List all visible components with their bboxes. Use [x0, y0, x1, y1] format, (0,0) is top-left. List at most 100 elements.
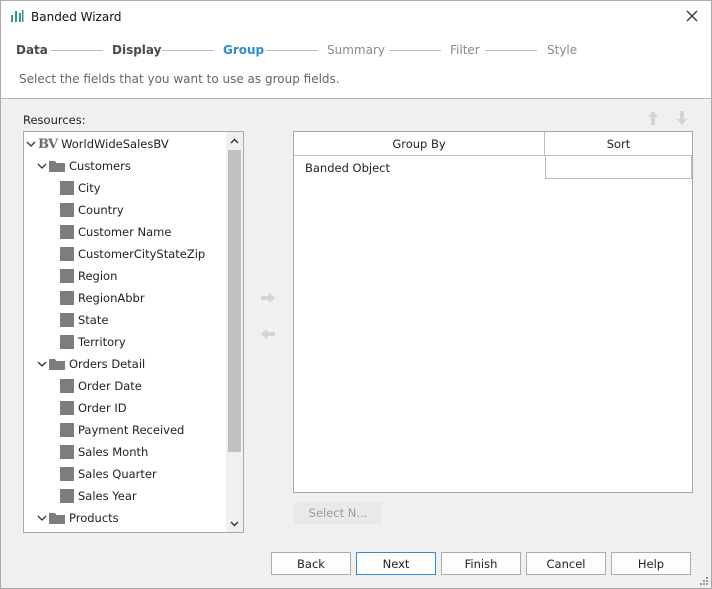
tree-field-label: Region — [78, 269, 118, 283]
chevron-down-icon[interactable] — [37, 513, 47, 523]
tree-field[interactable]: Order ID — [60, 397, 127, 419]
tree-field[interactable]: Territory — [60, 331, 126, 353]
business-view-icon: BV — [38, 136, 58, 152]
step-group[interactable]: Group — [223, 43, 264, 57]
step-connector — [266, 50, 318, 51]
tree-field-label: Sales Month — [78, 445, 149, 459]
field-icon — [60, 313, 74, 327]
tree-field-label: Order ID — [78, 401, 127, 415]
step-style[interactable]: Style — [547, 43, 577, 57]
tree-field-label: Payment Received — [78, 423, 185, 437]
tree-field[interactable]: Country — [60, 199, 124, 221]
folder-icon — [49, 359, 65, 370]
field-icon — [60, 291, 74, 305]
column-header-sort[interactable]: Sort — [545, 132, 692, 156]
tree-folder-label: Customers — [69, 159, 131, 173]
field-icon — [60, 379, 74, 393]
tree-field[interactable]: RegionAbbr — [60, 287, 145, 309]
step-connector — [485, 50, 537, 51]
tree-field-label: RegionAbbr — [78, 291, 145, 305]
banded-wizard-dialog: Banded Wizard Data Display Group Summary… — [0, 0, 712, 589]
tree-field-label: CustomerCityStateZip — [78, 247, 206, 261]
title-bar: Banded Wizard — [1, 1, 711, 31]
tree-folder-orders-detail[interactable]: Orders Detail — [37, 353, 145, 375]
step-summary[interactable]: Summary — [327, 43, 385, 57]
arrow-down-icon — [677, 111, 687, 125]
arrow-up-icon — [648, 111, 658, 125]
scroll-up-button[interactable] — [226, 132, 243, 149]
tree-field-label: Country — [78, 203, 124, 217]
tree-field-partial[interactable] — [60, 529, 78, 532]
folder-icon — [49, 161, 65, 172]
tree-field-label: Sales Quarter — [78, 467, 157, 481]
tree-field[interactable]: Customer Name — [60, 221, 171, 243]
scrollbar-thumb[interactable] — [228, 150, 241, 452]
tree-root-label: WorldWideSalesBV — [61, 137, 169, 151]
tree-field[interactable]: City — [60, 177, 101, 199]
table-row-group-by[interactable]: Banded Object — [305, 157, 545, 179]
remove-field-button[interactable] — [258, 324, 278, 344]
tree-folder-label: Products — [69, 511, 119, 525]
resize-grip-icon[interactable] — [699, 576, 709, 586]
step-display[interactable]: Display — [112, 43, 161, 57]
back-button[interactable]: Back — [271, 552, 351, 575]
move-up-button[interactable] — [643, 108, 663, 128]
step-connector — [51, 50, 103, 51]
step-connector — [389, 50, 441, 51]
tree-field[interactable]: Sales Month — [60, 441, 148, 463]
step-connector — [162, 50, 214, 51]
tree-field[interactable]: Order Date — [60, 375, 142, 397]
move-down-button[interactable] — [672, 108, 692, 128]
field-icon — [60, 335, 74, 349]
tree-field-label: State — [78, 313, 109, 327]
tree-scrollbar[interactable] — [226, 132, 243, 532]
help-button[interactable]: Help — [611, 552, 691, 575]
arrow-left-icon — [261, 329, 275, 339]
field-icon — [60, 423, 74, 437]
chevron-down-icon[interactable] — [26, 139, 36, 149]
tree-folder-label: Orders Detail — [69, 357, 146, 371]
chevron-down-icon[interactable] — [37, 359, 47, 369]
cancel-button[interactable]: Cancel — [526, 552, 606, 575]
tree-folder-customers[interactable]: Customers — [37, 155, 131, 177]
tree-field-label: City — [78, 181, 101, 195]
window-title: Banded Wizard — [31, 10, 122, 24]
wizard-header: Data Display Group Summary Filter Style … — [1, 31, 711, 99]
column-header-group-by[interactable]: Group By — [294, 132, 545, 156]
field-icon — [60, 181, 74, 195]
group-by-table[interactable]: Group By Sort Banded Object — [293, 131, 693, 493]
tree-root[interactable]: BV WorldWideSalesBV — [26, 133, 169, 155]
scroll-down-button[interactable] — [226, 515, 243, 532]
chevron-up-icon — [230, 138, 239, 143]
tree-folder-products[interactable]: Products — [37, 507, 119, 529]
arrow-right-icon — [261, 293, 275, 303]
tree-field-label: Territory — [78, 335, 126, 349]
field-icon — [60, 225, 74, 239]
field-icon — [60, 489, 74, 503]
resources-tree[interactable]: BV WorldWideSalesBV Customers City Count… — [23, 131, 244, 533]
finish-button[interactable]: Finish — [441, 552, 521, 575]
close-button[interactable] — [677, 3, 707, 29]
tree-field[interactable]: Sales Year — [60, 485, 137, 507]
tree-field-label: Customer Name — [78, 225, 172, 239]
tree-field[interactable]: Region — [60, 265, 117, 287]
resources-label: Resources: — [23, 113, 86, 127]
select-n-button[interactable]: Select N... — [294, 502, 382, 524]
step-filter[interactable]: Filter — [450, 43, 480, 57]
tree-field-label: Sales Year — [78, 489, 137, 503]
next-button[interactable]: Next — [356, 552, 436, 575]
tree-field[interactable]: CustomerCityStateZip — [60, 243, 205, 265]
tree-field[interactable]: Payment Received — [60, 419, 184, 441]
chevron-down-icon — [230, 521, 239, 526]
close-icon — [686, 10, 698, 22]
add-field-button[interactable] — [258, 288, 278, 308]
field-icon — [60, 445, 74, 459]
tree-field[interactable]: Sales Quarter — [60, 463, 157, 485]
field-icon — [60, 467, 74, 481]
step-data[interactable]: Data — [16, 43, 48, 57]
wizard-bars-icon — [11, 10, 24, 22]
tree-field[interactable]: State — [60, 309, 108, 331]
field-icon — [60, 269, 74, 283]
chevron-down-icon[interactable] — [37, 161, 47, 171]
table-row-sort[interactable] — [545, 156, 692, 179]
